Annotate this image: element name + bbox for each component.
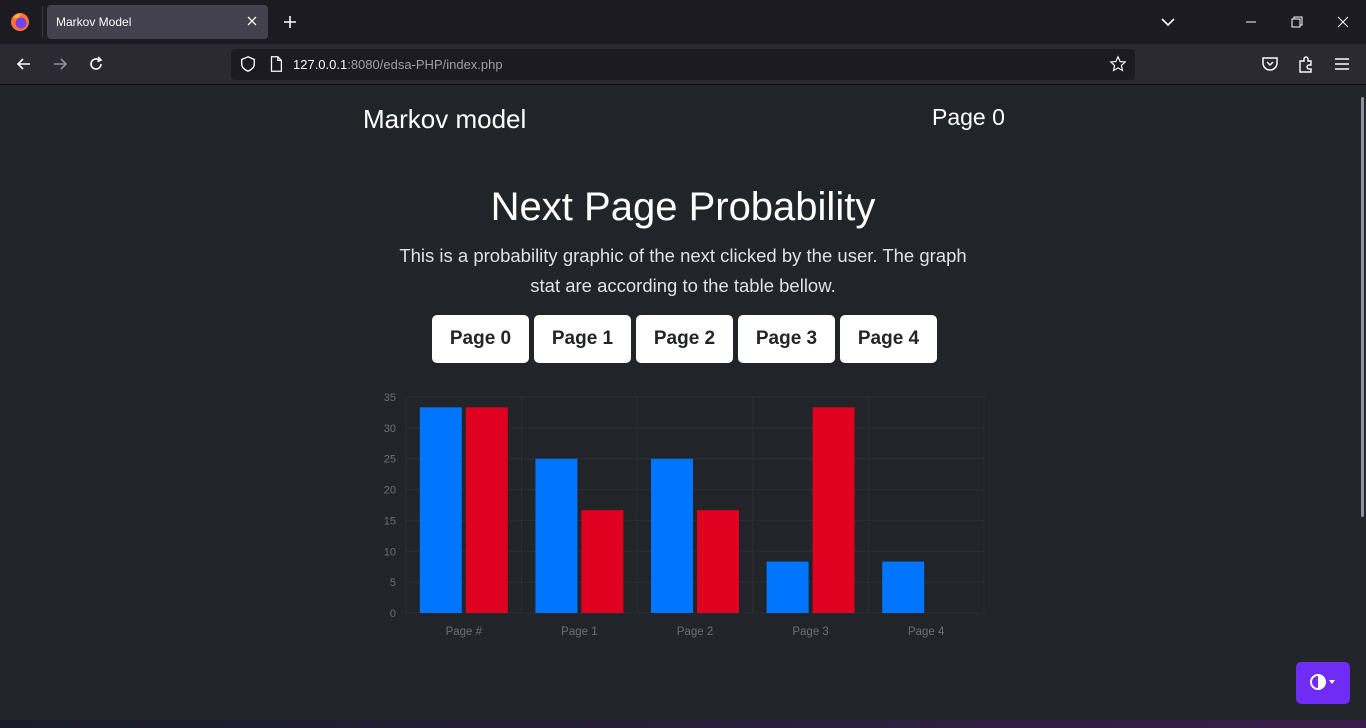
page-title: Next Page Probability xyxy=(490,185,876,229)
x-tick-label: Page 1 xyxy=(561,626,597,638)
page-1-button[interactable]: Page 1 xyxy=(534,315,631,363)
x-tick-label: Page 4 xyxy=(908,626,945,638)
page-icon[interactable] xyxy=(267,55,285,73)
url-host: 127.0.0.1 xyxy=(293,57,348,72)
y-tick-label: 35 xyxy=(384,392,396,404)
y-tick-label: 25 xyxy=(384,454,396,466)
browser-tab-bar: Markov Model xyxy=(0,0,1366,44)
bar-series-0-3 xyxy=(766,561,809,613)
url-bar[interactable]: 127.0.0.1:8080/edsa-PHP/index.php xyxy=(231,49,1135,80)
firefox-logo-icon[interactable] xyxy=(10,12,30,32)
y-tick-label: 30 xyxy=(384,423,396,435)
taskbar-strip xyxy=(0,720,1366,728)
page-button-group: Page 0 Page 1 Page 2 Page 3 Page 4 xyxy=(432,315,937,363)
y-tick-label: 15 xyxy=(384,515,396,527)
url-path: :8080/edsa-PHP/index.php xyxy=(347,57,503,72)
minimize-icon[interactable] xyxy=(1241,12,1261,32)
bar-series-0-4 xyxy=(882,561,925,613)
page-content: Markov model Page 0 Next Page Probabilit… xyxy=(0,85,1366,728)
bar-series-1-2 xyxy=(697,510,739,613)
page-description: This is a probability graphic of the nex… xyxy=(399,245,967,296)
theme-toggle-button[interactable] xyxy=(1296,662,1350,704)
bar-series-0-1 xyxy=(535,458,578,613)
y-tick-label: 5 xyxy=(390,577,396,589)
tab-separator xyxy=(42,6,43,38)
scrollbar[interactable] xyxy=(1361,97,1364,517)
extensions-icon[interactable] xyxy=(1296,54,1316,74)
bar-series-0-0 xyxy=(419,407,462,613)
bar-series-0-2 xyxy=(651,458,693,613)
page-3-button[interactable]: Page 3 xyxy=(738,315,835,363)
close-window-icon[interactable] xyxy=(1333,12,1353,32)
y-tick-label: 0 xyxy=(390,608,396,620)
current-page-label: Page 0 xyxy=(932,104,1005,130)
bookmark-star-icon[interactable] xyxy=(1109,55,1127,73)
browser-tab-active[interactable]: Markov Model xyxy=(47,5,268,39)
bar-series-1-1 xyxy=(581,510,624,613)
close-tab-icon[interactable] xyxy=(244,13,260,29)
page-4-button[interactable]: Page 4 xyxy=(840,315,937,363)
shield-icon[interactable] xyxy=(239,55,257,73)
page-0-button[interactable]: Page 0 xyxy=(432,315,529,363)
page-2-button[interactable]: Page 2 xyxy=(636,315,733,363)
restore-icon[interactable] xyxy=(1287,12,1307,32)
new-tab-icon[interactable] xyxy=(280,12,300,32)
probability-bar-chart: 0 5 10 15 20 25 30 35 Page # Page 1 Page 2 Page 3 Pa… xyxy=(384,392,985,638)
x-tick-label: Page 2 xyxy=(677,626,713,638)
browser-nav-bar: 127.0.0.1:8080/edsa-PHP/index.php xyxy=(0,44,1366,85)
navbar-brand[interactable]: Markov model xyxy=(363,104,526,135)
hamburger-menu-icon[interactable] xyxy=(1332,54,1352,74)
chevron-down-icon[interactable] xyxy=(1158,12,1178,32)
pocket-icon[interactable] xyxy=(1260,54,1280,74)
y-tick-label: 10 xyxy=(384,546,396,558)
x-tick-label: Page 3 xyxy=(792,626,828,638)
bar-series-1-3 xyxy=(812,407,855,613)
reload-icon[interactable] xyxy=(86,54,106,74)
forward-arrow-icon[interactable] xyxy=(50,54,70,74)
bar-series-1-0 xyxy=(465,407,508,613)
y-tick-label: 20 xyxy=(384,485,396,497)
x-tick-label: Page # xyxy=(446,626,483,638)
url-text[interactable]: 127.0.0.1:8080/edsa-PHP/index.php xyxy=(293,57,503,72)
tab-title: Markov Model xyxy=(56,15,132,29)
contrast-icon xyxy=(1310,673,1335,690)
back-arrow-icon[interactable] xyxy=(14,54,34,74)
